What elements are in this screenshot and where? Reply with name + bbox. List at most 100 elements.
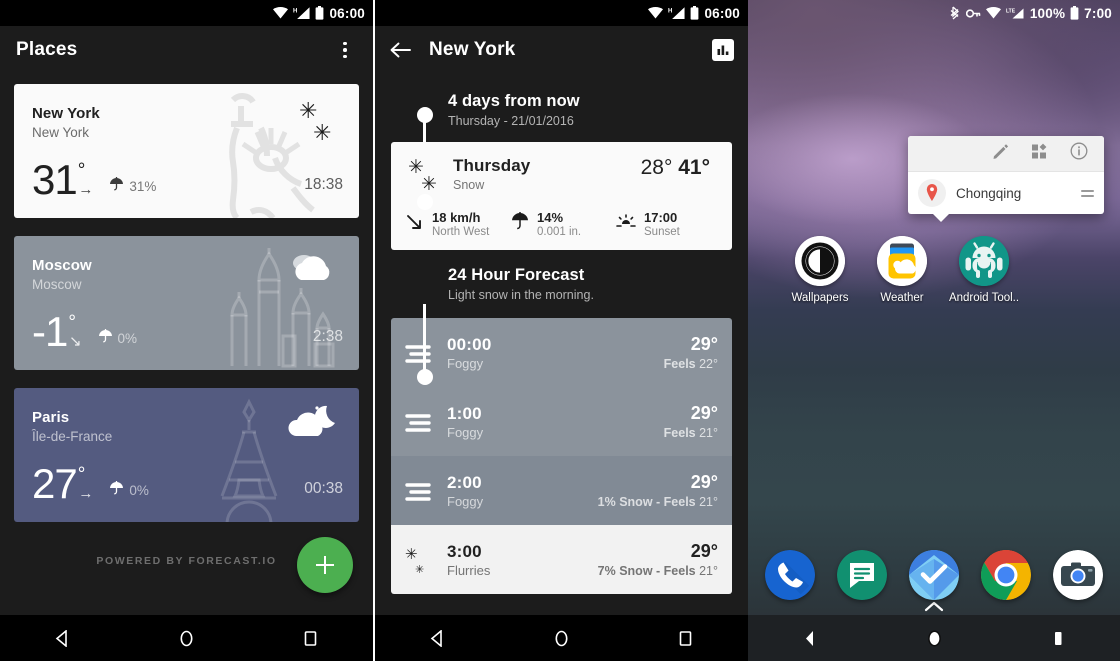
- info-icon[interactable]: [1070, 142, 1088, 165]
- precip-amount: 0.001 in.: [537, 226, 582, 238]
- wifi-icon: [273, 7, 289, 19]
- hour-precip: 7% Snow -: [597, 564, 664, 578]
- hour-temp: 29°: [690, 403, 718, 423]
- signal-h-icon: H: [293, 6, 311, 20]
- app-label: Wallpapers: [791, 292, 849, 304]
- forecast-timeline: 4 days from now Thursday - 21/01/2016 ✳ ✳…: [375, 74, 748, 594]
- forecast-subtitle: Light snow in the morning.: [448, 288, 594, 302]
- kebab-menu-icon[interactable]: [333, 38, 357, 62]
- fog-icon: [401, 474, 447, 508]
- edit-pencil-icon[interactable]: [992, 143, 1009, 165]
- card-local-time: 00:38: [304, 480, 343, 497]
- snow-icon: ✳ ✳: [283, 98, 341, 159]
- day-low-temp: 28°: [640, 156, 673, 179]
- messages-app-icon[interactable]: [837, 550, 887, 600]
- hour-feels-label: Feels: [663, 357, 700, 371]
- bluetooth-icon: [950, 6, 961, 20]
- camera-app-icon[interactable]: [1053, 550, 1103, 600]
- place-card-paris[interactable]: Paris Île-de-France 27 ° → 0% 00:38: [14, 388, 359, 522]
- back-arrow-icon[interactable]: [389, 39, 411, 61]
- hour-desc: Foggy: [447, 493, 484, 509]
- three-phone-screenshots: H 06:00 Places New York New York ✳ ✳ 31 …: [0, 0, 1120, 661]
- widget-location-name: Chongqing: [956, 185, 1022, 201]
- hour-temp: 29°: [690, 541, 718, 561]
- place-card-new-york[interactable]: New York New York ✳ ✳ 31 ° → 31% 18:38: [14, 84, 359, 218]
- recents-icon[interactable]: [289, 615, 333, 661]
- hourly-row[interactable]: 00:00 Foggy 29° Feels 22°: [391, 318, 732, 387]
- card-precip-block: 31%: [109, 176, 156, 197]
- back-icon[interactable]: [788, 615, 832, 661]
- hour-precip: 1% Snow -: [597, 495, 664, 509]
- status-bar: H 06:00: [0, 0, 373, 26]
- signal-lte-icon: LTE: [1006, 7, 1025, 20]
- svg-text:H: H: [293, 8, 297, 14]
- navigation-bar: [375, 615, 748, 661]
- snow-icon: ✳ ✳: [407, 156, 453, 196]
- wifi-icon: [648, 7, 664, 19]
- day-high-temp: 41°: [678, 156, 710, 179]
- home-icon[interactable]: [164, 615, 208, 661]
- timeline-dot: [416, 194, 433, 210]
- recents-icon[interactable]: [1036, 615, 1080, 661]
- timeline-header-hourly: 24 Hour Forecast Light snow in the morni…: [375, 250, 748, 318]
- fog-icon: [401, 336, 447, 370]
- card-temperature-block: 27 ° → 0%: [32, 463, 149, 505]
- hourly-row[interactable]: 2:00 Foggy 29° 1% Snow - Feels 21°: [391, 456, 732, 525]
- hour-feels-temp: 22°: [699, 357, 718, 371]
- hour-feels-label: Feels: [663, 564, 700, 578]
- popup-tail: [932, 213, 950, 222]
- detail-app-bar: New York: [375, 26, 748, 74]
- widget-options-popup: Chongqing: [908, 136, 1104, 222]
- hour-desc: Foggy: [447, 355, 484, 371]
- card-degree: °: [77, 464, 86, 485]
- card-local-time: 2:38: [312, 328, 343, 345]
- card-precip-block: 0%: [109, 480, 149, 501]
- back-icon[interactable]: [40, 615, 84, 661]
- plus-icon: [314, 554, 336, 576]
- widget-icon[interactable]: [1031, 143, 1048, 165]
- status-clock: 7:00: [1084, 5, 1112, 21]
- home-icon[interactable]: [912, 615, 956, 661]
- hour-feels-temp: 21°: [699, 495, 718, 509]
- wind-direction: North West: [432, 226, 490, 238]
- umbrella-icon: [109, 176, 124, 197]
- arrow-right-icon: →: [78, 485, 94, 502]
- timeline-subtitle: Thursday - 21/01/2016: [448, 114, 574, 128]
- hour-feels-label: Feels: [663, 426, 700, 440]
- card-region: Moscow: [32, 277, 82, 292]
- hour-feels-temp: 21°: [699, 564, 718, 578]
- add-place-button[interactable]: [297, 537, 353, 593]
- recents-icon[interactable]: [664, 615, 708, 661]
- popup-location-row[interactable]: Chongqing: [908, 172, 1104, 214]
- popup-toolbar: [908, 136, 1104, 172]
- hourly-forecast-list: 00:00 Foggy 29° Feels 22° 1:00 Foggy 29°…: [391, 318, 732, 594]
- app-weather[interactable]: Weather: [866, 236, 938, 304]
- app-android-tools[interactable]: Android Tool..: [948, 236, 1020, 304]
- day-metrics: 18 km/h North West 14% 0.001 in. 17:00 S…: [391, 196, 732, 238]
- status-bar: H 06:00: [375, 0, 748, 26]
- chrome-app-icon[interactable]: [981, 550, 1031, 600]
- svg-text:H: H: [668, 8, 672, 14]
- app-wallpapers[interactable]: Wallpapers: [784, 236, 856, 304]
- phone-app-icon[interactable]: [765, 550, 815, 600]
- back-icon[interactable]: [415, 615, 459, 661]
- home-icon[interactable]: [539, 615, 583, 661]
- places-app-bar: Places: [0, 26, 373, 74]
- hourly-row[interactable]: 1:00 Foggy 29° Feels 21°: [391, 387, 732, 456]
- hourly-row[interactable]: ✳ ✳ 3:00 Flurries 29° 7% Snow - Feels 21°: [391, 525, 732, 594]
- tasks-app-icon[interactable]: [909, 550, 959, 600]
- flurries-icon: ✳ ✳: [401, 543, 447, 577]
- place-card-moscow[interactable]: Moscow Moscow -1 ° ↘ 0% 2:38: [14, 236, 359, 370]
- places-screen: H 06:00 Places New York New York ✳ ✳ 31 …: [0, 0, 373, 661]
- card-city-name: Moscow: [32, 257, 92, 274]
- day-forecast-card[interactable]: ✳ ✳ Thursday Snow 28° 41° 18 km/h North …: [391, 142, 732, 250]
- fog-icon: [401, 405, 447, 439]
- status-bar: LTE 100% 7:00: [748, 0, 1120, 26]
- wallpapers-app-icon: [795, 236, 845, 286]
- page-title: Places: [16, 39, 78, 60]
- signal-h-icon: H: [668, 6, 686, 20]
- bar-chart-icon[interactable]: [712, 39, 734, 61]
- card-local-time: 18:38: [304, 176, 343, 193]
- drag-handle-icon[interactable]: [1081, 189, 1094, 197]
- card-precip-value: 0%: [117, 331, 138, 346]
